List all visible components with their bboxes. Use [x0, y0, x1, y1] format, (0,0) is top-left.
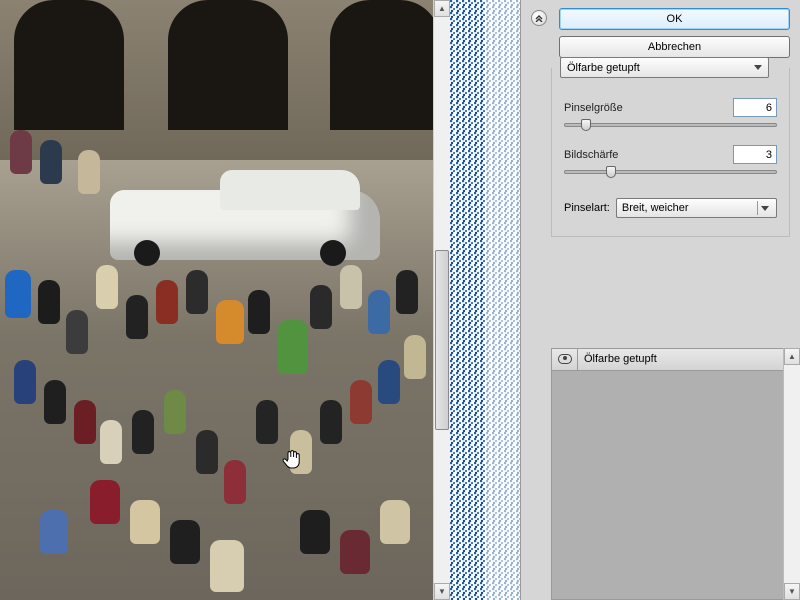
brush-type-value: Breit, weicher — [622, 202, 689, 214]
slider-thumb[interactable] — [581, 119, 591, 131]
cancel-button[interactable]: Abbrechen — [559, 36, 790, 58]
effect-layers-panel: Ölfarbe getupft — [551, 348, 790, 600]
filter-preset-label: Ölfarbe getupft — [567, 62, 640, 74]
brush-size-slider[interactable] — [564, 123, 777, 127]
preview-pane: ▲ ▼ — [0, 0, 450, 600]
layer-name: Ölfarbe getupft — [578, 353, 657, 365]
chevron-down-icon — [754, 65, 762, 70]
layer-row[interactable]: Ölfarbe getupft — [552, 349, 789, 371]
scroll-thumb[interactable] — [435, 250, 449, 430]
brush-size-label: Pinselgröße — [564, 102, 733, 114]
layers-scrollbar[interactable]: ▲ ▼ — [783, 348, 800, 600]
preview-overflow — [450, 0, 520, 600]
sharpness-input[interactable] — [733, 145, 777, 164]
brush-type-label: Pinselart: — [564, 202, 610, 214]
crowd — [0, 250, 433, 600]
eye-icon — [558, 354, 572, 364]
filter-preview[interactable] — [0, 0, 433, 600]
chevron-down-icon — [757, 201, 771, 215]
scroll-down-icon[interactable]: ▼ — [434, 583, 450, 600]
scroll-up-icon[interactable]: ▲ — [434, 0, 450, 17]
visibility-toggle[interactable] — [552, 349, 578, 370]
sharpness-slider[interactable] — [564, 170, 777, 174]
filter-settings-group: Ölfarbe getupft Pinselgröße Bildschärfe … — [551, 68, 790, 237]
brush-type-dropdown[interactable]: Breit, weicher — [616, 198, 777, 218]
collapse-toggle-icon[interactable] — [531, 10, 547, 26]
scroll-up-icon[interactable]: ▲ — [784, 348, 800, 365]
filter-preset-dropdown[interactable]: Ölfarbe getupft — [560, 57, 769, 78]
layers-empty-area — [552, 371, 789, 599]
slider-thumb[interactable] — [606, 166, 616, 178]
sharpness-label: Bildschärfe — [564, 149, 733, 161]
hand-cursor-icon — [282, 448, 302, 470]
scroll-down-icon[interactable]: ▼ — [784, 583, 800, 600]
preview-scrollbar[interactable]: ▲ ▼ — [433, 0, 450, 600]
filter-panel: OK Abbrechen Ölfarbe getupft Pinselgröße… — [520, 0, 800, 600]
ok-button[interactable]: OK — [559, 8, 790, 30]
brush-size-input[interactable] — [733, 98, 777, 117]
